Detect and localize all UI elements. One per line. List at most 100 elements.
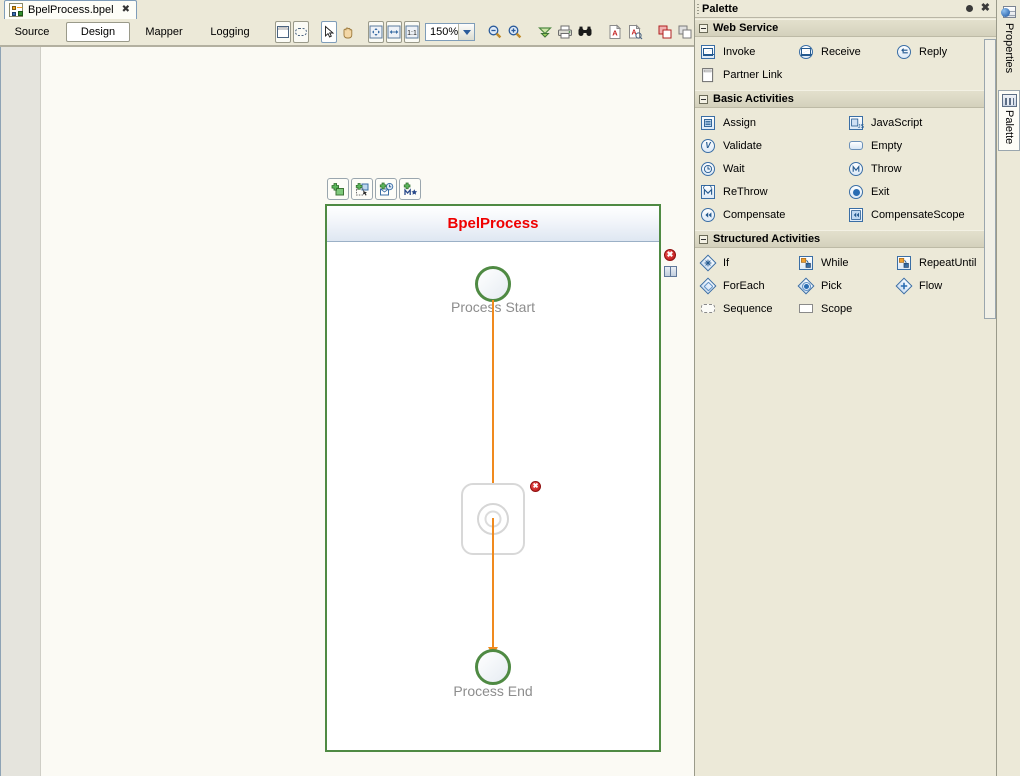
copy-red-icon	[658, 25, 672, 39]
export-pdf-button[interactable]: A	[606, 21, 624, 43]
palette-item-empty[interactable]: Empty	[843, 136, 991, 156]
exit-icon	[849, 184, 865, 200]
properties-icon	[1001, 6, 1017, 20]
collapse-expander-icon[interactable]	[699, 94, 708, 104]
zoom-fit-width-button[interactable]	[386, 21, 402, 43]
palette-item-receive[interactable]: Receive	[793, 42, 891, 62]
marquee-icon	[295, 28, 307, 36]
palette-row: Partner Link	[695, 63, 997, 86]
palette-item-assign[interactable]: Assign	[695, 113, 843, 133]
activity-error-marker[interactable]: ✖	[530, 481, 541, 492]
export-pdf-preview-button[interactable]: A	[626, 21, 644, 43]
palette-drawer-label: Web Service	[713, 22, 779, 34]
tab-design[interactable]: Design	[66, 22, 130, 42]
palette-item-compensate-scope[interactable]: CompensateScope	[843, 205, 991, 225]
side-tab-properties[interactable]: Properties	[998, 2, 1020, 80]
tab-mapper[interactable]: Mapper	[132, 22, 196, 42]
zoom-level-select[interactable]: 150%	[425, 23, 476, 41]
palette-item-wait[interactable]: Wait	[695, 159, 843, 179]
process-end-node[interactable]	[475, 649, 511, 685]
tab-source[interactable]: Source	[0, 22, 64, 42]
palette-item-scope[interactable]: Scope	[793, 299, 891, 319]
palette-scrollbar[interactable]	[984, 39, 996, 319]
palette-item-flow[interactable]: Flow	[891, 276, 989, 296]
palette-drawer-web-service[interactable]: Web Service	[695, 19, 997, 37]
palette-item-rethrow[interactable]: ReThrow	[695, 182, 843, 202]
canvas-gutter	[1, 47, 41, 776]
palette-item-pick[interactable]: Pick	[793, 276, 891, 296]
show-properties-view-button[interactable]	[275, 21, 291, 43]
zoom-out-icon	[488, 25, 502, 39]
zoom-out-button[interactable]	[486, 21, 504, 43]
palette-item-label: Scope	[821, 302, 853, 315]
add-scope-button[interactable]	[351, 178, 373, 200]
collapse-expander-icon[interactable]	[699, 23, 708, 33]
duplicate-button[interactable]	[676, 21, 694, 43]
palette-item-label: Validate	[723, 139, 762, 152]
editor-tab-strip: BpelProcess.bpel ✖	[0, 0, 694, 20]
zoom-actual-size-button[interactable]: 1:1	[404, 21, 420, 43]
palette-item-label: Partner Link	[723, 68, 783, 81]
select-tool-button[interactable]	[321, 21, 337, 43]
drag-grip-icon[interactable]	[697, 4, 699, 15]
process-error-marker[interactable]: ✖	[664, 249, 676, 261]
palette-minimize-button[interactable]	[965, 5, 973, 12]
bpel-editor: BpelProcess.bpel ✖ Source Design Mapper …	[0, 0, 694, 776]
zoom-in-button[interactable]	[506, 21, 524, 43]
reply-icon	[897, 44, 913, 60]
palette-item-invoke[interactable]: Invoke	[695, 42, 793, 62]
palette-item-sequence[interactable]: Sequence	[695, 299, 793, 319]
palette-drawer-structured-activities[interactable]: Structured Activities	[695, 230, 997, 248]
palette-item-exit[interactable]: Exit	[843, 182, 991, 202]
palette-item-partner-link[interactable]: Partner Link	[695, 65, 843, 85]
collapse-all-button[interactable]	[536, 21, 554, 43]
close-icon[interactable]: ✖	[119, 5, 130, 15]
palette-item-label: CompensateScope	[871, 208, 965, 221]
validate-button[interactable]	[576, 21, 594, 43]
zoom-fit-page-button[interactable]	[368, 21, 384, 43]
tab-logging[interactable]: Logging	[198, 22, 262, 42]
palette-item-label: Pick	[821, 279, 842, 292]
print-button[interactable]	[556, 21, 574, 43]
palette-item-throw[interactable]: Throw	[843, 159, 991, 179]
pan-tool-button[interactable]	[339, 21, 356, 43]
scope-icon	[799, 301, 815, 317]
palette-item-javascript[interactable]: JS JavaScript	[843, 113, 991, 133]
process-header: BpelProcess	[327, 206, 659, 242]
zoom-in-icon	[508, 25, 522, 39]
palette-item-validate[interactable]: V Validate	[695, 136, 843, 156]
diagram-add-toolbar	[327, 178, 421, 200]
palette-item-foreach[interactable]: ForEach	[695, 276, 793, 296]
palette-item-label: Flow	[919, 279, 943, 292]
palette-row: If While RepeatUntil	[695, 251, 997, 274]
palette-item-if[interactable]: If	[695, 253, 793, 273]
palette-item-compensate[interactable]: Compensate	[695, 205, 843, 225]
palette-icon	[1001, 94, 1017, 108]
palette-row: ReThrow Exit	[695, 180, 997, 203]
chevron-down-icon[interactable]	[458, 24, 475, 40]
palette-item-repeat-until[interactable]: RepeatUntil	[891, 253, 989, 273]
add-event-handler-button[interactable]	[375, 178, 397, 200]
collapse-expander-icon[interactable]	[699, 234, 708, 244]
diagram-canvas[interactable]: BpelProcess ✖ Process Start ✖ Process En…	[0, 46, 694, 776]
palette-close-icon[interactable]: ✖	[981, 3, 990, 14]
throw-icon	[849, 161, 865, 177]
palette-panel: Palette ✖ Web Service Invoke Receive Rep…	[694, 0, 997, 776]
palette-item-reply[interactable]: Reply	[891, 42, 989, 62]
palette-row: ForEach Pick Flow	[695, 274, 997, 297]
copy-button[interactable]	[656, 21, 674, 43]
process-documentation-marker[interactable]	[664, 266, 677, 277]
editor-tab-label: BpelProcess.bpel	[28, 4, 114, 16]
add-link-button[interactable]	[399, 178, 421, 200]
process-start-node[interactable]	[475, 266, 511, 302]
side-tab-palette[interactable]: Palette	[998, 90, 1020, 152]
palette-item-while[interactable]: While	[793, 253, 891, 273]
add-event-icon	[379, 182, 393, 195]
palette-drawer-basic-activities[interactable]: Basic Activities	[695, 90, 997, 108]
svg-text:1:1: 1:1	[407, 30, 417, 37]
svg-text:A: A	[612, 29, 618, 38]
editor-tab-bpelprocess[interactable]: BpelProcess.bpel ✖	[4, 0, 137, 20]
empty-icon	[849, 138, 865, 154]
marquee-select-button[interactable]	[293, 21, 309, 43]
add-activity-button[interactable]	[327, 178, 349, 200]
